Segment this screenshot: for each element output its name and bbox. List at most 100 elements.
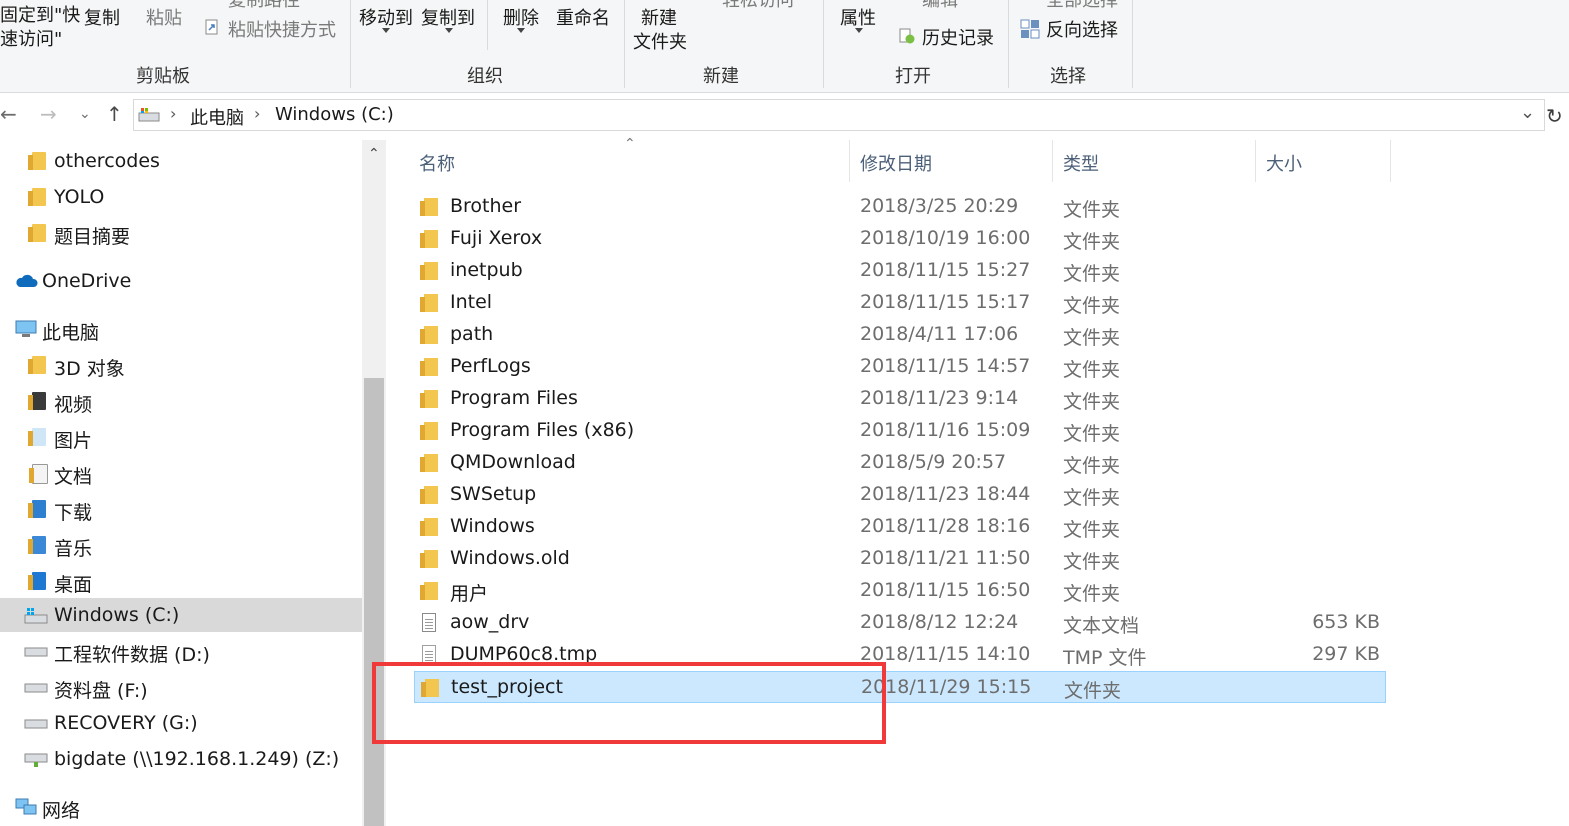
edit-button[interactable]: 编辑 (922, 0, 958, 12)
drive-icon (24, 647, 48, 657)
nav-item-drive-g[interactable]: RECOVERY (G:) (0, 706, 362, 740)
delete-button[interactable]: 删除 (503, 4, 539, 30)
music-folder-icon (28, 536, 46, 554)
3d-objects-icon (28, 356, 46, 374)
properties-button[interactable]: 属性 (840, 4, 876, 30)
file-row[interactable]: path 2018/4/11 17:06 文件夹 (414, 319, 1386, 351)
new-folder-button-line2[interactable]: 文件夹 (633, 28, 687, 54)
file-row[interactable]: 用户 2018/11/15 16:50 文件夹 (414, 575, 1386, 607)
pin-quick-access-button[interactable]: 固定到"快 速访问" (0, 4, 80, 52)
desktop-folder-icon (28, 572, 46, 590)
column-header-type[interactable]: 类型 (1063, 150, 1099, 176)
file-row[interactable]: Windows 2018/11/28 18:16 文件夹 (414, 511, 1386, 543)
file-type: 文件夹 (1063, 487, 1121, 509)
file-row[interactable]: inetpub 2018/11/15 15:27 文件夹 (414, 255, 1386, 287)
new-folder-button[interactable]: 新建 (641, 4, 677, 30)
file-row[interactable]: Intel 2018/11/15 15:17 文件夹 (414, 287, 1386, 319)
nav-item-label: 视频 (54, 394, 93, 416)
easy-access-button[interactable]: 轻松访问 (722, 0, 794, 12)
file-date: 2018/11/21 11:50 (860, 547, 1031, 569)
refresh-icon[interactable]: ↻ (1546, 104, 1563, 128)
drive-icon (138, 108, 160, 122)
nav-item-videos[interactable]: 视频 (0, 384, 362, 418)
nav-scrollbar-thumb[interactable] (364, 378, 384, 826)
column-header-name[interactable]: 名称 (419, 150, 455, 176)
group-divider (624, 0, 625, 88)
nav-item-this-pc[interactable]: 此电脑 (0, 312, 362, 346)
text-file-icon (422, 613, 436, 632)
file-row[interactable]: Program Files (x86) 2018/11/16 15:09 文件夹 (414, 415, 1386, 447)
up-arrow-icon[interactable]: ↑ (106, 102, 123, 126)
move-to-button[interactable]: 移动到 (359, 4, 413, 30)
paste-shortcut-button[interactable]: 粘贴快捷方式 (228, 16, 336, 42)
nav-item-label: RECOVERY (G:) (54, 712, 198, 734)
column-divider[interactable] (1052, 140, 1053, 182)
nav-item-drive-d[interactable]: 工程软件数据 (D:) (0, 634, 362, 668)
file-name: PerfLogs (450, 355, 531, 377)
file-type: 文件夹 (1063, 455, 1121, 477)
file-date: 2018/11/23 9:14 (860, 387, 1019, 409)
paste-button[interactable]: 粘贴 (146, 4, 182, 30)
folder-icon (420, 390, 438, 408)
rename-button[interactable]: 重命名 (556, 4, 610, 30)
breadcrumb-this-pc[interactable]: 此电脑 (190, 104, 244, 130)
nav-item-label: OneDrive (42, 270, 132, 292)
file-size: 653 KB (1312, 611, 1380, 633)
copy-path-button[interactable]: 复制路径 (228, 0, 300, 12)
nav-item-3d-objects[interactable]: 3D 对象 (0, 348, 362, 382)
folder-icon (28, 224, 46, 242)
nav-item-onedrive[interactable]: OneDrive (0, 264, 362, 298)
back-arrow-icon[interactable]: ← (0, 102, 17, 126)
scroll-up-chevron-icon[interactable]: ⌃ (368, 146, 380, 162)
nav-item-network[interactable]: 网络 (0, 790, 362, 824)
file-row[interactable]: QMDownload 2018/5/9 20:57 文件夹 (414, 447, 1386, 479)
file-row[interactable]: DUMP60c8.tmp 2018/11/15 14:10 TMP 文件 297… (414, 639, 1386, 671)
chevron-down-icon (382, 28, 390, 33)
recent-locations-chevron-icon[interactable]: ⌄ (79, 106, 91, 122)
nav-item-music[interactable]: 音乐 (0, 528, 362, 562)
file-row[interactable]: Fuji Xerox 2018/10/19 16:00 文件夹 (414, 223, 1386, 255)
file-row-selected[interactable]: test_project 2018/11/29 15:15 文件夹 (414, 671, 1386, 703)
file-row[interactable]: PerfLogs 2018/11/15 14:57 文件夹 (414, 351, 1386, 383)
nav-item-windows-c[interactable]: Windows (C:) (0, 598, 362, 632)
forward-arrow-icon[interactable]: → (40, 102, 57, 126)
address-bar[interactable]: › 此电脑 › Windows (C:) ⌄ (133, 99, 1545, 131)
file-name: Fuji Xerox (450, 227, 543, 249)
column-header-date[interactable]: 修改日期 (860, 150, 932, 176)
nav-item-label: bigdate (\\192.168.1.249) (Z:) (54, 748, 340, 770)
nav-item-label: 图片 (54, 430, 93, 452)
nav-item-othercodes[interactable]: othercodes (0, 144, 362, 178)
network-icon (15, 798, 37, 815)
invert-selection-button[interactable]: 反向选择 (1046, 16, 1118, 42)
copy-button[interactable]: 复制 (84, 4, 120, 30)
select-all-button[interactable]: 全部选择 (1046, 0, 1118, 12)
file-date: 2018/11/15 15:17 (860, 291, 1031, 313)
file-date: 2018/11/16 15:09 (860, 419, 1031, 441)
nav-item-drive-z[interactable]: bigdate (\\192.168.1.249) (Z:) (0, 742, 362, 776)
sort-ascending-icon: ⌃ (624, 136, 636, 152)
address-dropdown-chevron-icon[interactable]: ⌄ (1520, 102, 1535, 123)
nav-item-label: 工程软件数据 (D:) (54, 644, 210, 666)
nav-item-summary[interactable]: 题目摘要 (0, 216, 362, 250)
file-row[interactable]: Windows.old 2018/11/21 11:50 文件夹 (414, 543, 1386, 575)
nav-item-drive-f[interactable]: 资料盘 (F:) (0, 670, 362, 704)
folder-icon (420, 230, 438, 248)
file-row[interactable]: aow_drv 2018/8/12 12:24 文本文档 653 KB (414, 607, 1386, 639)
nav-item-yolo[interactable]: YOLO (0, 180, 362, 214)
column-header-size[interactable]: 大小 (1266, 150, 1302, 176)
copy-to-button[interactable]: 复制到 (421, 4, 475, 30)
file-icon (422, 645, 436, 664)
column-divider[interactable] (1390, 140, 1391, 182)
history-button[interactable]: 历史记录 (922, 24, 994, 50)
breadcrumb-windows-c[interactable]: Windows (C:) (275, 104, 394, 125)
file-row[interactable]: Brother 2018/3/25 20:29 文件夹 (414, 191, 1386, 223)
file-type: 文件夹 (1063, 519, 1121, 541)
column-divider[interactable] (849, 140, 850, 182)
file-row[interactable]: Program Files 2018/11/23 9:14 文件夹 (414, 383, 1386, 415)
nav-item-desktop[interactable]: 桌面 (0, 564, 362, 598)
nav-item-downloads[interactable]: 下载 (0, 492, 362, 526)
file-row[interactable]: SWSetup 2018/11/23 18:44 文件夹 (414, 479, 1386, 511)
column-divider[interactable] (1255, 140, 1256, 182)
nav-item-pictures[interactable]: 图片 (0, 420, 362, 454)
nav-item-documents[interactable]: 文档 (0, 456, 362, 490)
